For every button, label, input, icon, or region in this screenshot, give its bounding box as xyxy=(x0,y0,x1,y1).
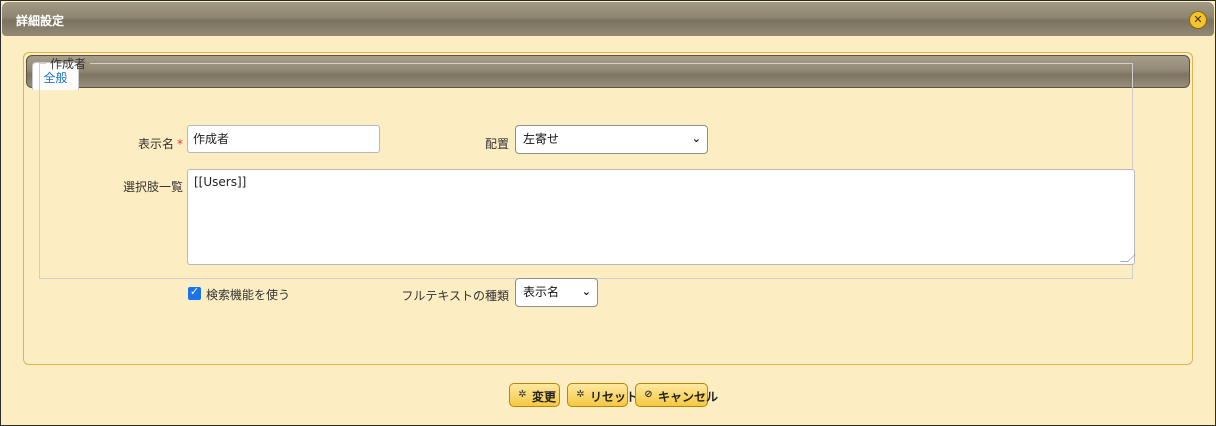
gear-icon: ✲ xyxy=(518,389,527,400)
cancel-button[interactable]: ⊘ キャンセル xyxy=(635,383,718,407)
alignment-select[interactable]: 左寄せ ⌄ xyxy=(515,125,708,154)
chevron-down-icon: ⌄ xyxy=(581,285,591,298)
chevron-down-icon: ⌄ xyxy=(691,132,701,145)
gear-icon: ✲ xyxy=(576,389,585,400)
required-mark: * xyxy=(177,137,183,151)
display-name-label: 表示名 * xyxy=(111,135,183,152)
fulltext-select[interactable]: 表示名 ⌄ xyxy=(515,278,598,307)
close-button[interactable]: ✕ xyxy=(1189,11,1207,29)
reset-button[interactable]: ✲ リセット xyxy=(567,383,638,407)
choices-label: 選択肢一覧 xyxy=(122,180,183,194)
cancel-icon: ⊘ xyxy=(644,389,653,400)
choices-value: [[Users]] xyxy=(194,175,247,189)
fieldset-legend: 作成者 xyxy=(50,57,87,71)
fulltext-label: フルテキストの種類 xyxy=(401,289,509,303)
fulltext-value: 表示名 xyxy=(523,285,560,299)
cancel-button-label: キャンセル xyxy=(658,390,719,404)
change-button[interactable]: ✲ 変更 xyxy=(509,383,560,407)
dialog-title: 詳細設定 xyxy=(16,14,65,28)
alignment-label: 配置 xyxy=(484,137,509,151)
choices-textarea[interactable]: [[Users]] xyxy=(187,169,1136,265)
dialog-titlebar[interactable]: 詳細設定 ✕ xyxy=(2,2,1214,36)
alignment-value: 左寄せ xyxy=(523,132,560,146)
change-button-label: 変更 xyxy=(532,390,557,404)
search-checkbox-label[interactable]: 検索機能を使う xyxy=(206,286,290,303)
resize-handle[interactable] xyxy=(1120,254,1136,262)
detail-settings-dialog: 詳細設定 ✕ 全般 作成者 表示名 * 作成者 配置 左寄せ ⌄ 選択肢一覧 [[… xyxy=(0,0,1216,426)
reset-button-label: リセット xyxy=(590,390,639,404)
checkmark-icon: ✓ xyxy=(189,285,200,298)
search-checkbox[interactable]: ✓ xyxy=(188,285,201,300)
display-name-input[interactable]: 作成者 xyxy=(187,125,380,153)
close-icon: ✕ xyxy=(1193,13,1203,26)
display-name-label-text: 表示名 xyxy=(137,137,174,151)
